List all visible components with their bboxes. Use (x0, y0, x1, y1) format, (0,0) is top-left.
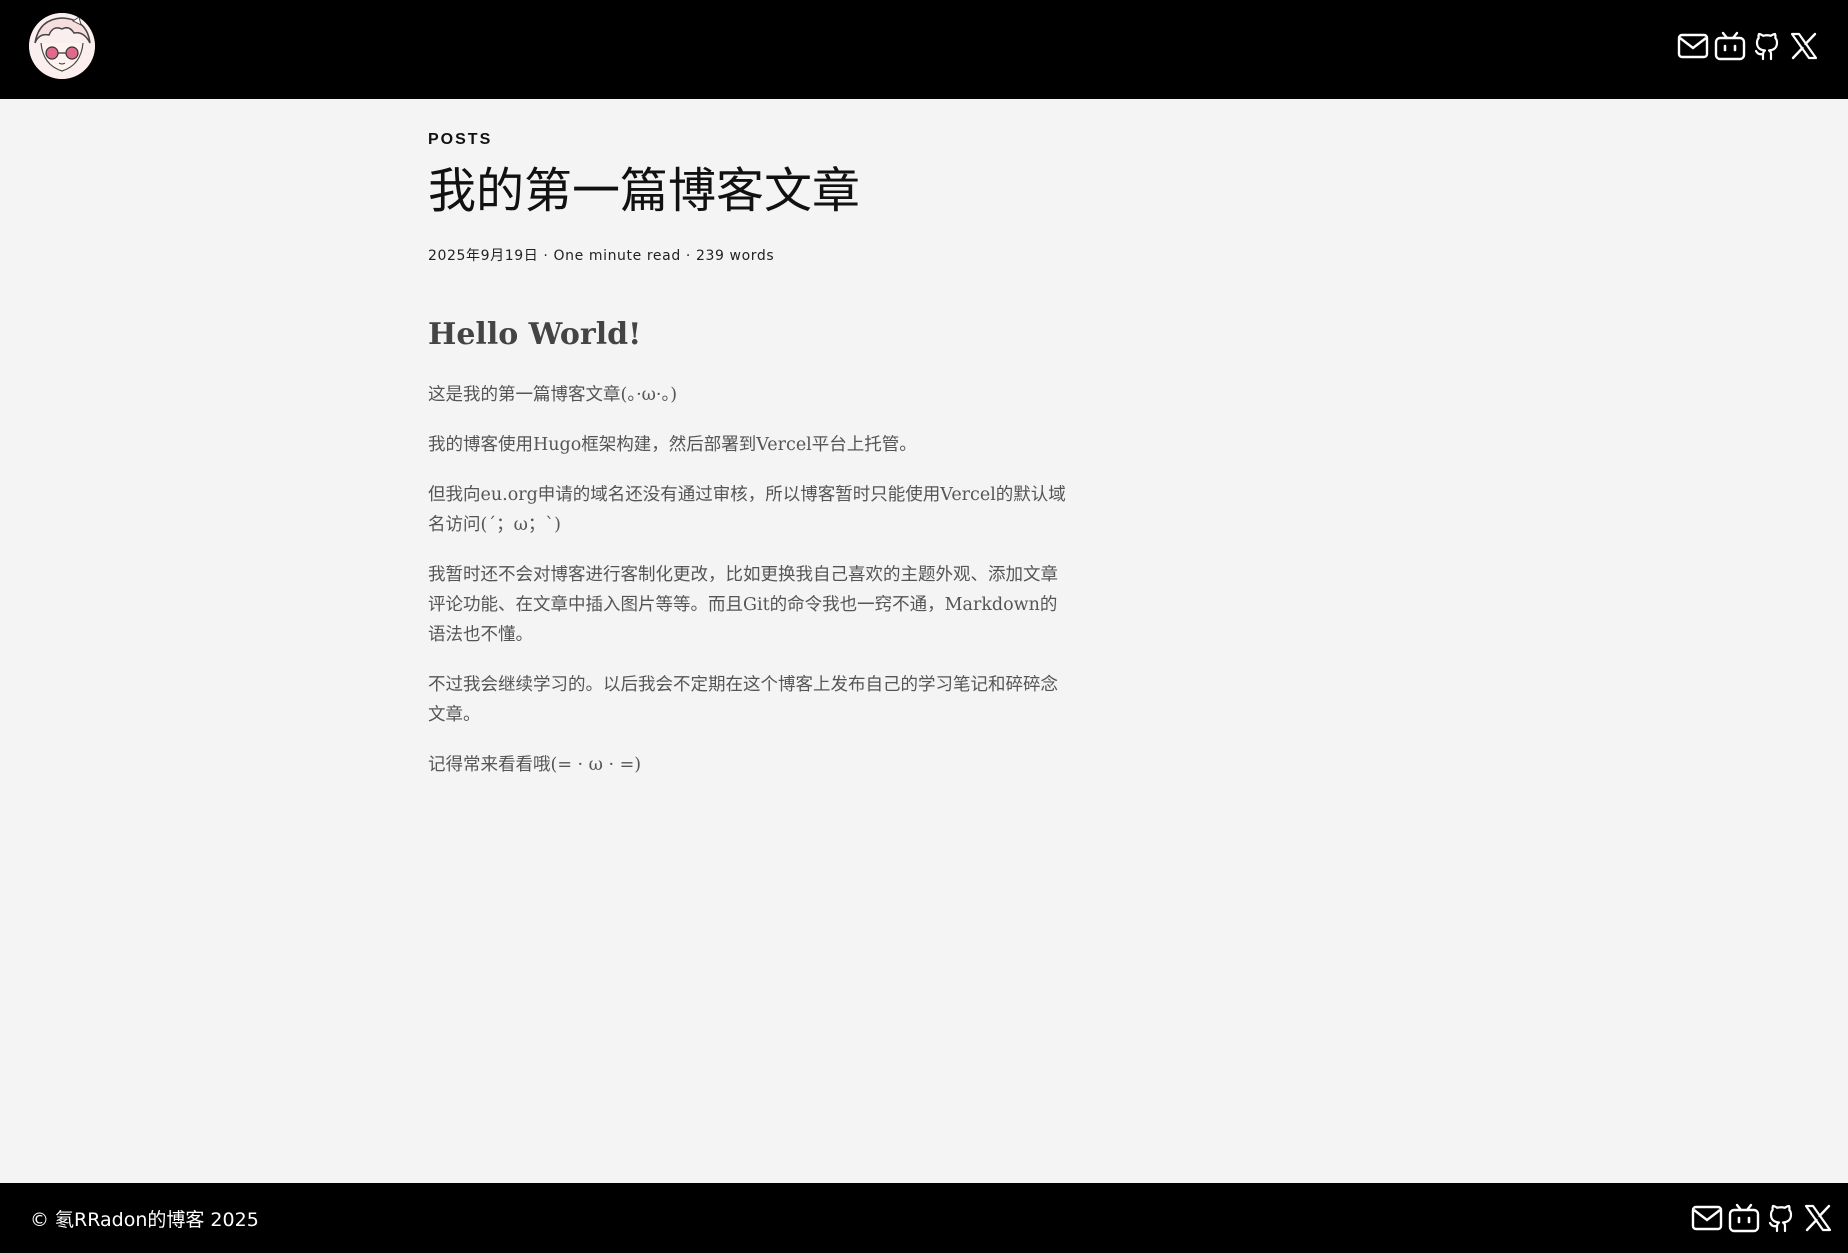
x-icon[interactable] (1788, 30, 1820, 62)
post-paragraph: 我的博客使用Hugo框架构建，然后部署到Vercel平台上托管。 (428, 435, 917, 455)
post-article: POSTS 我的第一篇博客文章 2025年9月19日 · One minute … (428, 99, 1068, 800)
post-content: Hello World! 这是我的第一篇博客文章(。·ω·。) 我的博客使用Hu… (428, 317, 1068, 780)
x-icon[interactable] (1802, 1202, 1834, 1234)
site-logo-avatar[interactable] (29, 13, 95, 79)
site-footer: © 氡RRadon的博客 2025 (0, 1183, 1848, 1253)
mail-icon[interactable] (1691, 1202, 1723, 1234)
post-meta: 2025年9月19日 · One minute read · 239 words (428, 248, 775, 264)
mail-icon[interactable] (1677, 30, 1709, 62)
site-header (0, 0, 1848, 99)
copyright-text: © 氡RRadon的博客 2025 (30, 1209, 259, 1231)
header-social-links (1677, 30, 1820, 62)
github-icon[interactable] (1751, 30, 1783, 62)
post-paragraph: 这是我的第一篇博客文章(。·ω·。) (428, 385, 678, 405)
bilibili-icon[interactable] (1714, 30, 1746, 62)
section-link-posts[interactable]: POSTS (428, 131, 492, 149)
post-paragraph: 我暂时还不会对博客进行客制化更改，比如更换我自己喜欢的主题外观、添加文章评论功能… (428, 565, 1058, 645)
footer-social-links (1691, 1202, 1834, 1234)
bilibili-icon[interactable] (1728, 1202, 1760, 1234)
post-paragraph: 记得常来看看哦(= · ω · =) (428, 755, 642, 775)
post-title: 我的第一篇博客文章 (428, 163, 861, 219)
post-paragraph: 不过我会继续学习的。以后我会不定期在这个博客上发布自己的学习笔记和碎碎念文章。 (428, 675, 1058, 725)
github-icon[interactable] (1765, 1202, 1797, 1234)
post-heading: Hello World! (428, 317, 642, 352)
post-paragraph: 但我向eu.org申请的域名还没有通过审核，所以博客暂时只能使用Vercel的默… (428, 485, 1066, 535)
